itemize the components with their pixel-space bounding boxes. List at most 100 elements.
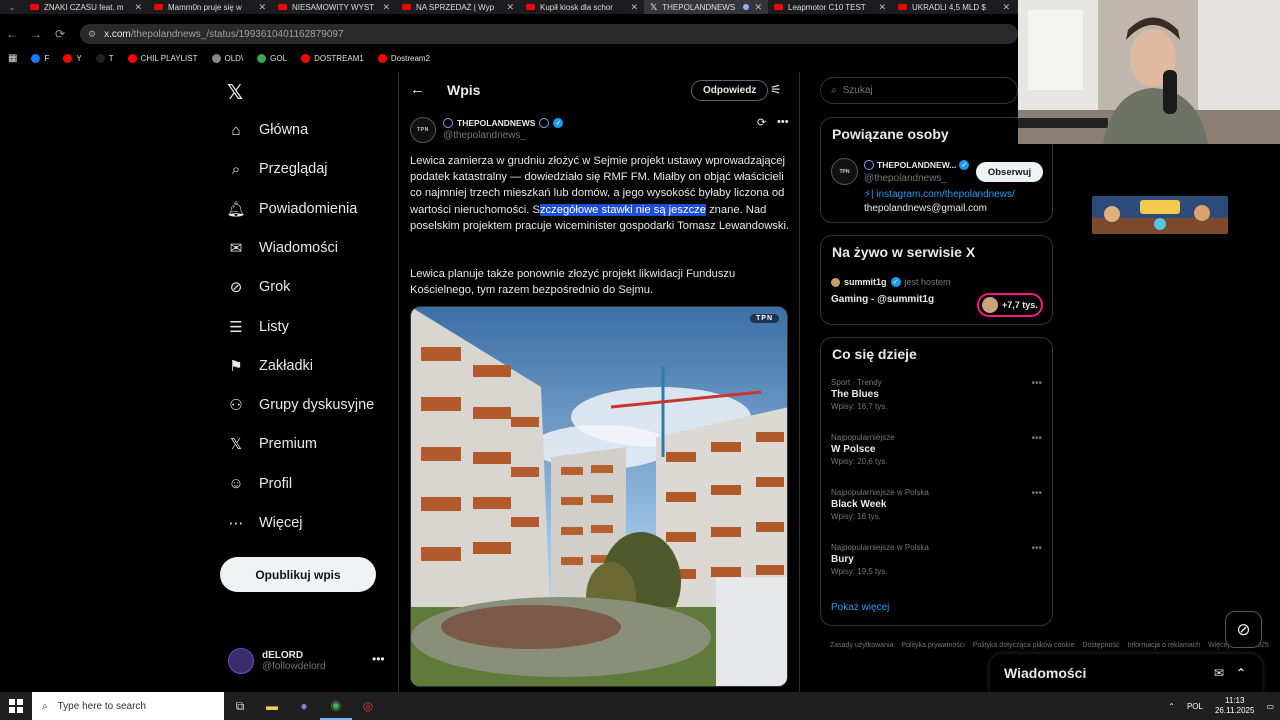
close-tab-icon[interactable]: ✕ [630,2,638,13]
avatar[interactable]: TPN [831,158,858,185]
trend-more-icon[interactable]: ••• [1031,378,1042,389]
bio-link[interactable]: ⚡| instagram.com/thepolandnews/ [864,189,1015,200]
apps-grid-icon[interactable]: ▦ [8,53,17,64]
nav-item-profile[interactable]: ☺ Profil [227,475,292,493]
footer-link[interactable]: Zasady użytkowania [830,642,893,649]
bookmark-item[interactable]: OLD\ [211,53,243,63]
live-stream-title[interactable]: Gaming - @summit1g [831,294,934,305]
bookmark-item[interactable]: Dostream2 [377,53,430,63]
back-arrow-icon[interactable]: ← [410,81,425,98]
close-tab-icon[interactable]: ✕ [754,2,762,13]
nav-item-more-circle[interactable]: ⋯ Więcej [227,514,303,532]
close-tab-icon[interactable]: ✕ [1002,2,1010,13]
trend-more-icon[interactable]: ••• [1031,543,1042,554]
nav-item-x-logo[interactable]: 𝕏 Premium [227,435,317,453]
trend-more-icon[interactable]: ••• [1031,488,1042,499]
trend-context: Sport · Trendy [831,378,882,387]
bookmark-item[interactable]: Y [63,53,82,63]
forward-nav-icon[interactable]: → [24,27,48,41]
bookmark-item[interactable]: DOSTREAM1 [301,53,364,63]
url-field[interactable]: ⚙ x.com/thepolandnews_/status/1993610401… [80,24,1018,44]
new-message-icon[interactable]: ✉ [1214,666,1224,680]
live-host[interactable]: summit1g ✓ jest hostem [831,277,951,287]
expand-up-icon[interactable]: ⌃ [1236,666,1246,680]
reply-button[interactable]: Odpowiedz [691,80,769,101]
trend-item[interactable]: Najpopularniejsze W Polsce Wpisy: 20,6 tys… [831,433,1046,466]
messages-drawer[interactable]: Wiadomości ✉ ⌃ [990,654,1262,692]
trend-item[interactable]: Najpopularniejsze w Polska Bury Wpisy: 19,… [831,543,1046,576]
nav-item-bookmark[interactable]: ⚑ Zakładki [227,357,313,375]
grok-explain-icon[interactable]: ⟳ [757,116,766,129]
x-logo-icon[interactable]: 𝕏 [227,80,243,105]
follow-button[interactable]: Obserwuj [976,162,1043,182]
post-more-icon[interactable]: ••• [777,116,789,128]
nav-item-search[interactable]: ⌕ Przeglądaj [227,160,328,178]
bookmark-item[interactable]: CHIL PLAYLIST [127,53,198,63]
close-tab-icon[interactable]: ✕ [134,2,142,13]
footer-link[interactable]: Informacja o reklamach [1127,642,1200,649]
live-listeners-pill[interactable]: +7,7 tys. [977,293,1043,317]
nav-item-grok[interactable]: ⊘ Grok [227,278,291,296]
related-user-name[interactable]: THEPOLANDNEW... ✓ [864,160,970,170]
browser-tab[interactable]: Leapmotor C10 TEST ✕ [768,0,892,14]
grok-floating-button[interactable]: ⊘ [1225,611,1262,648]
close-tab-icon[interactable]: ✕ [258,2,266,13]
browser-tab[interactable]: UKRADLI 4,5 MLD $ ✕ [892,0,1016,14]
post-image[interactable]: TPN [410,306,788,687]
site-info-icon[interactable]: ⚙ [88,29,96,40]
browser-tab[interactable]: NIESAMOWITY WYST ✕ [272,0,396,14]
chrome-icon[interactable]: ◉ [320,692,352,720]
clock[interactable]: 11:13 26.11.2025 [1215,696,1254,716]
task-view-icon[interactable]: ⧉ [224,692,256,720]
tab-search-icon[interactable]: ⌄ [0,3,24,12]
close-tab-icon[interactable]: ✕ [878,2,886,13]
browser-tab[interactable]: ZNAKI CZASU feat. m ✕ [24,0,148,14]
obs-icon[interactable]: ◎ [352,692,384,720]
notifications-icon[interactable]: ▭ [1266,702,1274,711]
taskbar-search-input[interactable]: ⌕ Type here to search [32,692,224,720]
browser-tab[interactable]: Kupił kiosk dla schor ✕ [520,0,644,14]
bookmarks-bar: ▦ F Y T CHIL PLAYLIST OLD\ GOL DOSTREAM1 Dostre… [0,50,1018,66]
reload-icon[interactable]: ⟳ [48,27,72,41]
author-avatar[interactable]: TPN [410,117,436,143]
trend-count: Wpisy: 16 tys. [831,512,881,521]
trend-item[interactable]: Najpopularniejsze w Polska Black Week Wpis… [831,488,1046,521]
nav-item-mail[interactable]: ✉ Wiadomości [227,239,338,257]
post-text-paragraph-2: Lewica planuje także ponownie złożyć pro… [410,268,736,297]
search-input[interactable]: ⌕ Szukaj [820,77,1018,104]
nav-item-list[interactable]: ☰ Listy [227,318,289,336]
trend-item[interactable]: Sport · Trendy The Blues Wpisy: 16,7 tys. •… [831,378,1046,411]
bookmark-item[interactable]: GOL [257,53,287,63]
author-handle[interactable]: @thepolandnews_ [443,130,526,141]
trend-count: Wpisy: 20,6 tys. [831,457,888,466]
related-user-handle[interactable]: @thepolandnews_ [864,173,947,184]
browser-tab[interactable]: Mamm0n pruje się w ✕ [148,0,272,14]
audio-indicator-icon [743,4,750,10]
footer-link[interactable]: Polityka dotycząca plików cookie [973,642,1075,649]
discord-icon[interactable]: ● [288,692,320,720]
tray-expand-icon[interactable]: ⌃ [1168,702,1175,711]
account-switcher[interactable]: dELORD @followdelord [228,648,326,674]
language-indicator[interactable]: POL [1187,702,1203,711]
account-more-icon[interactable]: ••• [372,652,385,666]
nav-item-home[interactable]: ⌂ Główna [227,121,308,139]
show-more-link[interactable]: Pokaż więcej [831,602,889,613]
close-tab-icon[interactable]: ✕ [382,2,390,13]
windows-start-icon[interactable] [0,692,32,720]
bookmark-item[interactable]: F [31,53,49,63]
browser-tab[interactable]: 𝕏 THEPOLANDNEWS ✕ [644,0,768,14]
close-tab-icon[interactable]: ✕ [506,2,514,13]
browser-tab[interactable]: NA SPRZEDAŻ | Wyp ✕ [396,0,520,14]
nav-item-bell[interactable]: 🔔︎ Powiadomienia [226,200,357,218]
footer-link[interactable]: Polityka prywatności [901,642,964,649]
sliders-icon[interactable]: ⚟ [770,82,782,98]
bookmark-item[interactable]: T [95,53,114,63]
back-nav-icon[interactable]: ← [0,27,24,41]
bookmark-label: DOSTREAM1 [314,53,364,63]
author-name[interactable]: THEPOLANDNEWS ✓ [443,118,564,128]
footer-link[interactable]: Dostępność [1082,642,1119,649]
trend-more-icon[interactable]: ••• [1031,433,1042,444]
nav-item-communities[interactable]: ⚇ Grupy dyskusyjne [227,396,374,414]
post-button[interactable]: Opublikuj wpis [220,557,376,592]
file-explorer-icon[interactable]: ▬ [256,692,288,720]
